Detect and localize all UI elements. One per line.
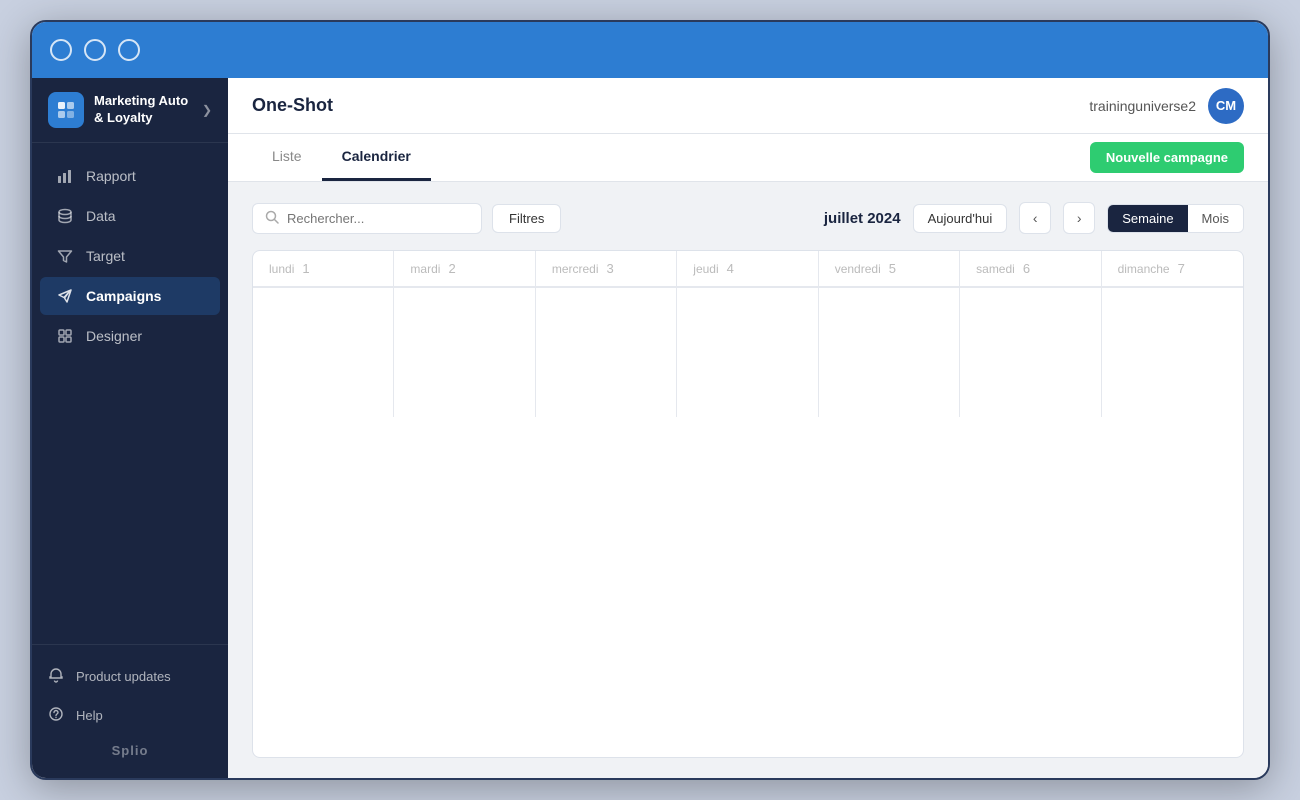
bell-icon — [48, 667, 64, 686]
today-button[interactable]: Aujourd'hui — [913, 204, 1008, 233]
top-bar: One-Shot traininguniverse2 CM — [228, 78, 1268, 134]
main-content: One-Shot traininguniverse2 CM Liste Cale… — [228, 78, 1268, 778]
sidebar-item-label-campaigns: Campaigns — [86, 288, 161, 304]
day-num-4: 5 — [889, 261, 896, 276]
calendar-controls: Filtres juillet 2024 Aujourd'hui ‹ › Sem… — [252, 202, 1244, 234]
prev-arrow-button[interactable]: ‹ — [1019, 202, 1051, 234]
day-num-1: 2 — [448, 261, 455, 276]
chart-bar-icon — [56, 167, 74, 185]
design-icon — [56, 327, 74, 345]
calendar-controls-left: Filtres — [252, 203, 561, 234]
help-circle-icon — [48, 706, 64, 725]
sidebar-nav: Rapport Data — [32, 143, 228, 644]
page-title: One-Shot — [252, 95, 333, 116]
cal-header-dimanche: dimanche 7 — [1102, 251, 1243, 286]
calendar-grid: lundi 1 mardi 2 mercredi 3 jeudi — [252, 250, 1244, 758]
day-name-3: jeudi — [693, 262, 718, 276]
tab-calendrier[interactable]: Calendrier — [322, 134, 431, 181]
cal-header-lundi: lundi 1 — [253, 251, 394, 286]
cal-header-samedi: samedi 6 — [960, 251, 1101, 286]
brand-icon — [48, 92, 84, 128]
semaine-view-button[interactable]: Semaine — [1108, 205, 1187, 232]
user-avatar[interactable]: CM — [1208, 88, 1244, 124]
app-body: Marketing Auto & Loyalty ❯ Rapport — [32, 78, 1268, 778]
day-name-4: vendredi — [835, 262, 881, 276]
paper-plane-icon — [56, 287, 74, 305]
day-num-5: 6 — [1023, 261, 1030, 276]
cal-cell-4[interactable] — [819, 287, 960, 417]
tab-liste[interactable]: Liste — [252, 134, 322, 181]
search-icon — [265, 210, 279, 227]
search-box — [252, 203, 482, 234]
search-input[interactable] — [287, 211, 469, 226]
help-item[interactable]: Help — [32, 696, 228, 735]
current-month-label: juillet 2024 — [824, 210, 901, 227]
calendar-nav: juillet 2024 Aujourd'hui ‹ › Semaine Moi… — [824, 202, 1244, 234]
minimize-button[interactable] — [84, 39, 106, 61]
next-arrow-button[interactable]: › — [1063, 202, 1095, 234]
sidebar-brand[interactable]: Marketing Auto & Loyalty ❯ — [32, 78, 228, 143]
sidebar-item-campaigns[interactable]: Campaigns — [40, 277, 220, 315]
filter-icon — [56, 247, 74, 265]
titlebar — [32, 22, 1268, 78]
cal-cell-5[interactable] — [960, 287, 1101, 417]
cal-cell-2[interactable] — [536, 287, 677, 417]
sidebar-item-designer[interactable]: Designer — [40, 317, 220, 355]
cal-header-vendredi: vendredi 5 — [819, 251, 960, 286]
topbar-right: traininguniverse2 CM — [1089, 88, 1244, 124]
cal-cell-0[interactable] — [253, 287, 394, 417]
new-campaign-button[interactable]: Nouvelle campagne — [1090, 142, 1244, 173]
filtres-button[interactable]: Filtres — [492, 204, 561, 233]
cal-header-mardi: mardi 2 — [394, 251, 535, 286]
sidebar-item-label-designer: Designer — [86, 328, 142, 344]
app-window: Marketing Auto & Loyalty ❯ Rapport — [30, 20, 1270, 780]
day-name-1: mardi — [410, 262, 440, 276]
tabs-bar: Liste Calendrier Nouvelle campagne — [228, 134, 1268, 182]
day-name-6: dimanche — [1118, 262, 1170, 276]
product-updates-label: Product updates — [76, 669, 171, 684]
cal-cell-1[interactable] — [394, 287, 535, 417]
database-icon — [56, 207, 74, 225]
day-num-0: 1 — [302, 261, 309, 276]
close-button[interactable] — [50, 39, 72, 61]
day-num-2: 3 — [607, 261, 614, 276]
cal-cell-3[interactable] — [677, 287, 818, 417]
day-num-3: 4 — [727, 261, 734, 276]
sidebar-item-label-data: Data — [86, 208, 116, 224]
day-name-0: lundi — [269, 262, 294, 276]
calendar-body-row — [253, 287, 1243, 417]
view-toggle: Semaine Mois — [1107, 204, 1244, 233]
calendar-header-row: lundi 1 mardi 2 mercredi 3 jeudi — [253, 251, 1243, 287]
sidebar-brand-name: Marketing Auto & Loyalty — [94, 93, 192, 127]
cal-header-jeudi: jeudi 4 — [677, 251, 818, 286]
sidebar-item-data[interactable]: Data — [40, 197, 220, 235]
maximize-button[interactable] — [118, 39, 140, 61]
sidebar-item-target[interactable]: Target — [40, 237, 220, 275]
sidebar-bottom: Product updates Help Splio — [32, 644, 228, 778]
tabs-list: Liste Calendrier — [252, 134, 431, 181]
cal-cell-6[interactable] — [1102, 287, 1243, 417]
splio-logo: Splio — [32, 735, 228, 766]
cal-header-mercredi: mercredi 3 — [536, 251, 677, 286]
sidebar-item-label-rapport: Rapport — [86, 168, 136, 184]
product-updates-item[interactable]: Product updates — [32, 657, 228, 696]
sidebar-item-label-target: Target — [86, 248, 125, 264]
workspace-name: traininguniverse2 — [1089, 98, 1196, 114]
calendar-area: Filtres juillet 2024 Aujourd'hui ‹ › Sem… — [228, 182, 1268, 778]
day-name-5: samedi — [976, 262, 1015, 276]
sidebar: Marketing Auto & Loyalty ❯ Rapport — [32, 78, 228, 778]
sidebar-chevron-icon: ❯ — [202, 103, 212, 117]
day-num-6: 7 — [1178, 261, 1185, 276]
day-name-2: mercredi — [552, 262, 599, 276]
sidebar-item-rapport[interactable]: Rapport — [40, 157, 220, 195]
help-label: Help — [76, 708, 103, 723]
mois-view-button[interactable]: Mois — [1188, 205, 1243, 232]
